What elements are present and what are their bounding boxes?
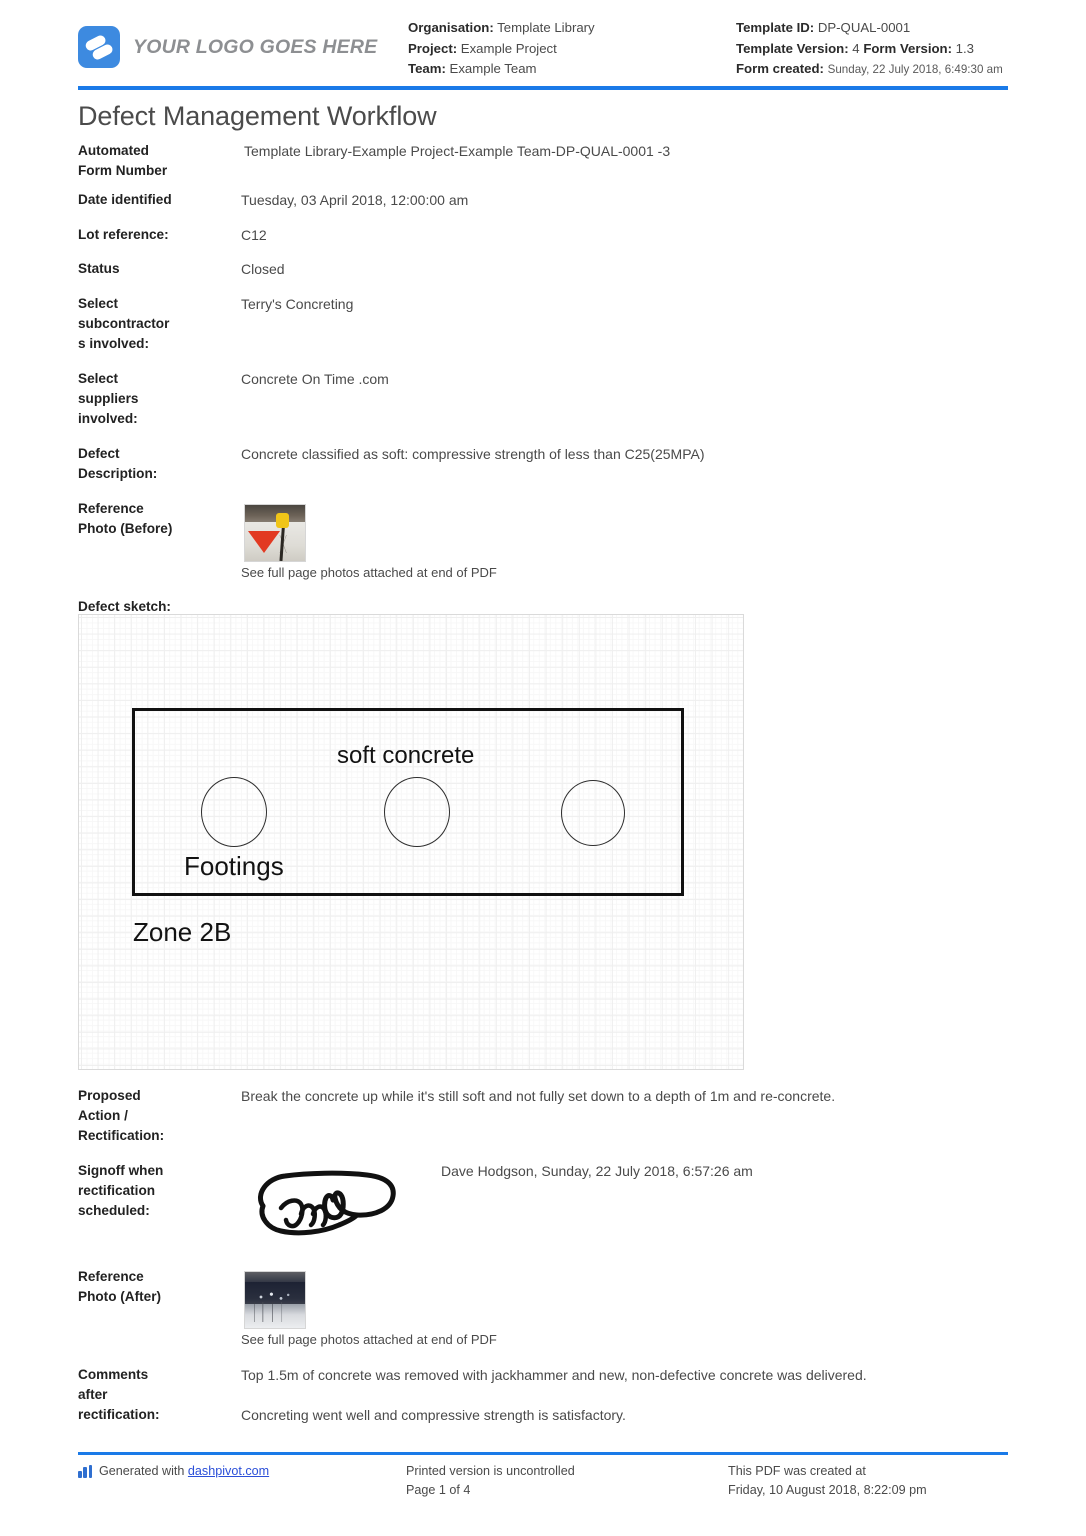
field-value: Top 1.5m of concrete was removed with ja… <box>241 1367 867 1383</box>
header-team-label: Team: <box>408 61 446 76</box>
field-label: Lot reference: <box>78 227 169 242</box>
field-label-line: rectification <box>78 1183 156 1198</box>
footer-divider <box>78 1452 1008 1455</box>
header-project-row: Project: Example Project <box>408 39 595 60</box>
header-form-version-value: 1.3 <box>955 40 974 56</box>
sketch-footing-circle <box>561 780 625 846</box>
company-logo-icon <box>78 26 120 68</box>
header-organisation-row: Organisation: Template Library <box>408 18 595 39</box>
header-form-created-label: Form created: <box>736 61 824 76</box>
header-template-version-value: 4 <box>852 40 860 56</box>
header-org-column: Organisation: Template Library Project: … <box>408 18 595 80</box>
reference-photo-after-note: See full page photos attached at end of … <box>241 1332 497 1347</box>
field-label: Reference Photo (Before) <box>78 499 228 539</box>
footer-created-label: This PDF was created at <box>728 1464 866 1478</box>
header-version-row: Template Version: 4 Form Version: 1.3 <box>736 39 1003 60</box>
field-label-line: suppliers <box>78 391 139 406</box>
reference-photo-before-thumbnail[interactable] <box>244 504 306 562</box>
document-page: YOUR LOGO GOES HERE Organisation: Templa… <box>0 0 1086 1536</box>
field-label-line: scheduled: <box>78 1203 150 1218</box>
document-header: YOUR LOGO GOES HERE Organisation: Templa… <box>78 18 1008 84</box>
field-label: Proposed Action / Rectification: <box>78 1086 228 1146</box>
sketch-label-soft-concrete: soft concrete <box>337 742 475 769</box>
footer-printed-notice: Printed version is uncontrolled <box>406 1464 575 1478</box>
footer-print-info: Printed version is uncontrolled Page 1 o… <box>406 1462 575 1500</box>
header-template-column: Template ID: DP-QUAL-0001 Template Versi… <box>736 18 1003 81</box>
header-divider <box>78 86 1008 90</box>
field-value: Concrete On Time .com <box>241 371 389 387</box>
logo-text: YOUR LOGO GOES HERE <box>133 35 378 58</box>
logo-block: YOUR LOGO GOES HERE <box>78 26 377 68</box>
field-label-line: subcontractor <box>78 316 170 331</box>
field-label: Reference Photo (After) <box>78 1267 228 1307</box>
footer-generated-with: Generated with dashpivot.com <box>78 1462 269 1481</box>
field-value: Template Library-Example Project-Example… <box>244 143 671 159</box>
reference-photo-after-thumbnail[interactable] <box>244 1271 306 1329</box>
field-label-line: involved: <box>78 411 138 426</box>
field-value: Concrete classified as soft: compressive… <box>241 446 705 462</box>
page-title: Defect Management Workflow <box>78 101 437 131</box>
field-label-line: Description: <box>78 466 158 481</box>
field-value: Terry's Concreting <box>241 296 354 312</box>
header-organisation-value: Template Library <box>497 20 595 35</box>
field-label: Comments after rectification: <box>78 1365 228 1425</box>
header-project-value: Example Project <box>460 40 557 56</box>
header-template-id-row: Template ID: DP-QUAL-0001 <box>736 18 1003 39</box>
field-label-line: after <box>78 1387 108 1402</box>
field-label-line: Automated <box>78 143 149 158</box>
header-form-created-row: Form created: Sunday, 22 July 2018, 6:49… <box>736 59 1003 81</box>
field-label-line: Signoff when <box>78 1163 164 1178</box>
header-team-value: Example Team <box>449 61 537 76</box>
field-value: Break the concrete up while it's still s… <box>241 1088 836 1104</box>
field-label: Select suppliers involved: <box>78 369 228 429</box>
dashpivot-link[interactable]: dashpivot.com <box>188 1464 269 1478</box>
footer-created-value: Friday, 10 August 2018, 8:22:09 pm <box>728 1483 927 1497</box>
header-form-created-value: Sunday, 22 July 2018, 6:49:30 am <box>827 63 1003 76</box>
header-form-version-label: Form Version: <box>863 40 952 56</box>
field-label: Signoff when rectification scheduled: <box>78 1161 228 1221</box>
header-team-row: Team: Example Team <box>408 59 595 80</box>
field-label-line: rectification: <box>78 1407 160 1422</box>
footer-page-number: Page 1 of 4 <box>406 1483 471 1497</box>
field-label: Automated Form Number <box>78 141 228 181</box>
field-label-line: Select <box>78 371 119 386</box>
field-label-line: Proposed <box>78 1088 141 1103</box>
sketch-footing-circle <box>201 777 267 847</box>
signoff-value: Dave Hodgson, Sunday, 22 July 2018, 6:57… <box>441 1163 753 1179</box>
bar-chart-icon <box>78 1465 93 1478</box>
field-value: C12 <box>241 227 267 243</box>
footer-generated-prefix: Generated with <box>99 1464 185 1478</box>
field-label-line: Comments <box>78 1367 149 1382</box>
field-label-line: Defect <box>78 446 120 461</box>
field-label: Defect Description: <box>78 444 228 484</box>
field-label-line: Reference <box>78 1269 144 1284</box>
defect-sketch-canvas[interactable]: soft concrete Footings Zone 2B <box>78 614 744 1070</box>
field-label-line: s involved: <box>78 336 150 351</box>
signature-image <box>245 1162 405 1240</box>
footer-created-info: This PDF was created at Friday, 10 Augus… <box>728 1462 927 1500</box>
field-label-line: Select <box>78 296 119 311</box>
header-organisation-label: Organisation: <box>408 20 494 35</box>
header-project-label: Project: <box>408 40 458 56</box>
field-value: Tuesday, 03 April 2018, 12:00:00 am <box>241 192 469 208</box>
field-label-line: Photo (Before) <box>78 521 173 536</box>
field-label: Select subcontractor s involved: <box>78 294 228 354</box>
reference-photo-before-note: See full page photos attached at end of … <box>241 565 497 580</box>
field-label: Date identified <box>78 192 172 207</box>
field-label-line: Reference <box>78 501 144 516</box>
field-label-line: Action / <box>78 1108 128 1123</box>
field-label-line: Form Number <box>78 163 168 178</box>
field-label: Status <box>78 261 120 276</box>
sketch-footing-circle <box>384 777 450 847</box>
field-value: Concreting went well and compressive str… <box>241 1407 626 1423</box>
header-template-id-label: Template ID: <box>736 20 815 35</box>
header-template-version-label: Template Version: <box>736 40 849 56</box>
header-template-id-value: DP-QUAL-0001 <box>817 20 911 35</box>
field-label-line: Photo (After) <box>78 1289 162 1304</box>
field-label-line: Rectification: <box>78 1128 165 1143</box>
sketch-label-footings: Footings <box>184 851 284 881</box>
status-badge: Closed <box>241 261 285 277</box>
sketch-label-zone: Zone 2B <box>133 917 232 947</box>
